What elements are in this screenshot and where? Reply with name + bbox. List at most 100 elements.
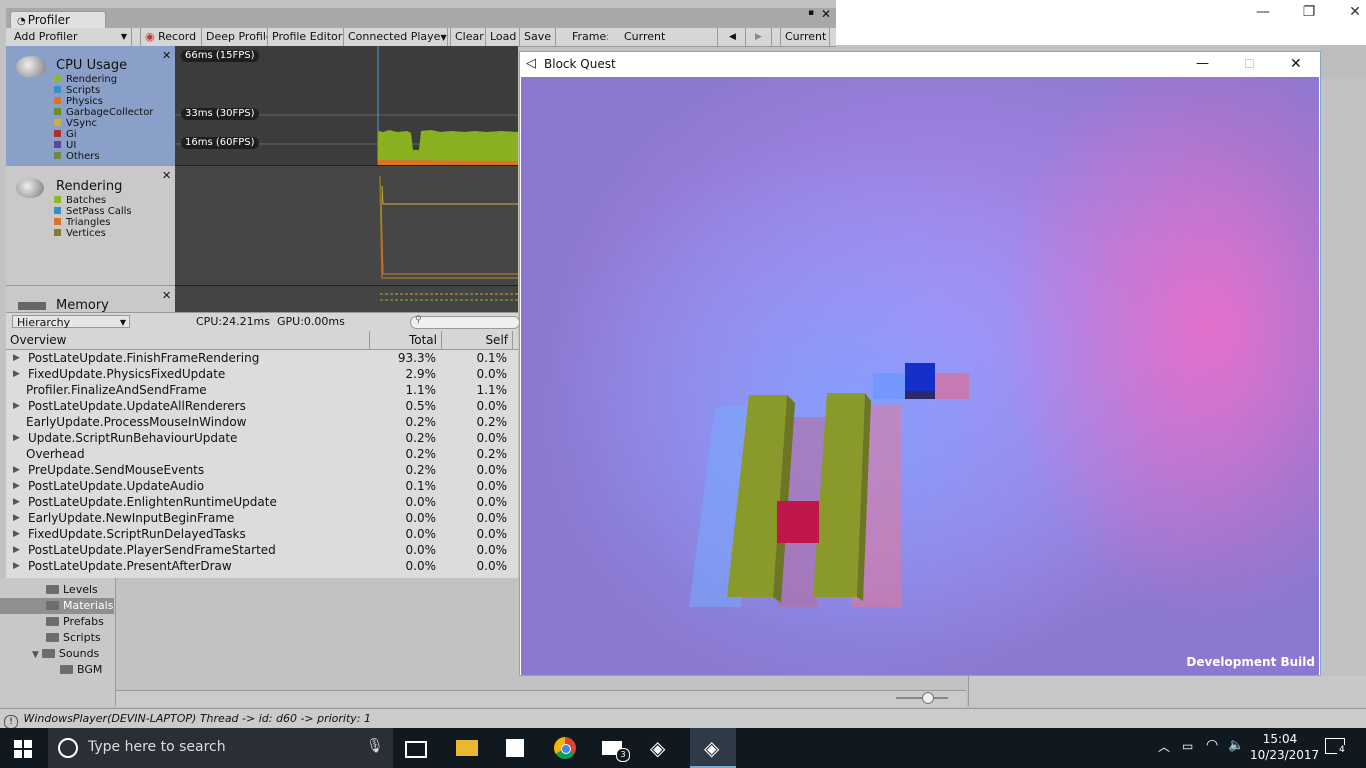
folder-prefabs[interactable]: Prefabs — [46, 614, 104, 630]
wifi-icon[interactable]: ◠ — [1206, 737, 1218, 753]
expand-arrow-icon[interactable]: ▶ — [13, 558, 20, 574]
zoom-slider-knob[interactable] — [922, 692, 934, 704]
table-row[interactable]: ▶ FixedUpdate.ScriptRunDelayedTasks 0.0% 0.… — [6, 526, 518, 542]
table-row[interactable]: ▶ EarlyUpdate.NewInputBeginFrame 0.0% 0.0% — [6, 510, 518, 526]
blue-block-shadow — [905, 391, 935, 399]
legend-item[interactable]: Gi — [54, 129, 153, 140]
memory-graph[interactable] — [175, 286, 518, 312]
expand-arrow-icon[interactable]: ▶ — [13, 494, 20, 510]
file-explorer-icon[interactable] — [454, 734, 482, 762]
close-icon[interactable]: ✕ — [821, 7, 831, 21]
windows-logo — [14, 740, 32, 758]
table-row[interactable]: ▶ PostLateUpdate.EnlightenRuntimeUpdate 0.… — [6, 494, 518, 510]
clock[interactable]: 15:04 10/23/2017 — [1250, 731, 1319, 763]
deep-profile-button[interactable]: Deep Profile — [202, 28, 268, 46]
table-row[interactable]: ▶ PreUpdate.SendMouseEvents 0.2% 0.0% — [6, 462, 518, 478]
prev-frame-icon[interactable]: ◀ — [720, 28, 746, 46]
expand-arrow-icon[interactable]: ▼ — [32, 650, 39, 660]
folder-levels[interactable]: Levels — [46, 582, 98, 598]
profiler-graphs[interactable]: 66ms (15FPS) 33ms (30FPS) 16ms (60FPS) — [175, 46, 518, 312]
table-row[interactable]: Profiler.FinalizeAndSendFrame 1.1% 1.1% — [6, 382, 518, 398]
microphone-icon[interactable]: 🎙 — [366, 738, 384, 754]
column-self[interactable]: Self — [442, 331, 513, 349]
expand-arrow-icon[interactable]: ▶ — [13, 478, 20, 494]
folder-materials[interactable]: Materials — [0, 598, 114, 614]
taskbar-search-box[interactable]: Type here to search 🎙 — [48, 728, 393, 768]
unity-editor-icon[interactable]: ◈ — [650, 734, 678, 762]
legend-item[interactable]: Vertices — [54, 228, 132, 239]
mail-icon[interactable]: 3 — [600, 734, 630, 762]
close-icon[interactable]: ✕ — [1290, 52, 1302, 76]
expand-arrow-icon[interactable]: ▶ — [13, 350, 20, 366]
profiler-tab[interactable]: ◔ Profiler — [10, 11, 106, 28]
minimize-icon[interactable]: — — [1196, 52, 1209, 76]
table-row[interactable]: ▶ FixedUpdate.PhysicsFixedUpdate 2.9% 0.0% — [6, 366, 518, 382]
store-icon[interactable] — [502, 734, 530, 762]
maximize-icon[interactable]: ▪ — [808, 8, 814, 18]
block-quest-taskbar-icon[interactable]: ◈ — [690, 728, 736, 768]
restore-icon[interactable]: ❐ — [1286, 2, 1332, 22]
battery-icon[interactable]: ▭ — [1182, 739, 1193, 753]
legend-item[interactable]: SetPass Calls — [54, 206, 132, 217]
table-row[interactable]: EarlyUpdate.ProcessMouseInWindow 0.2% 0.2% — [6, 414, 518, 430]
game-titlebar: ◁ Block Quest — ☐ ✕ — [520, 52, 1320, 76]
table-row[interactable]: ▶ Update.ScriptRunBehaviourUpdate 0.2% 0.0% — [6, 430, 518, 446]
close-module-icon[interactable]: ✕ — [162, 49, 171, 62]
expand-arrow-icon[interactable]: ▶ — [13, 430, 20, 446]
column-total[interactable]: Total — [370, 331, 442, 349]
legend-item[interactable]: UI — [54, 140, 153, 151]
maximize-icon[interactable]: ☐ — [1244, 52, 1255, 76]
table-row[interactable]: ▶ PostLateUpdate.PlayerSendFrameStarted 0.… — [6, 542, 518, 558]
legend-item[interactable]: Others — [54, 151, 153, 162]
memory-module[interactable]: Memory ✕ — [6, 286, 175, 313]
folder-scripts[interactable]: Scripts — [46, 630, 101, 646]
table-row[interactable]: Overhead 0.2% 0.2% — [6, 446, 518, 462]
clear-button[interactable]: Clear — [450, 28, 486, 46]
legend-item[interactable]: GarbageCollector — [54, 107, 153, 118]
legend-item[interactable]: Scripts — [54, 85, 153, 96]
close-icon[interactable]: ✕ — [1332, 2, 1366, 22]
gpu-time: GPU:0.00ms — [277, 315, 345, 328]
table-row[interactable]: ▶ PostLateUpdate.PresentAfterDraw 0.0% 0.0% — [6, 558, 518, 574]
expand-arrow-icon[interactable]: ▶ — [13, 366, 20, 382]
rendering-module[interactable]: Rendering ✕ Batches SetPass Calls Triang… — [6, 166, 175, 286]
close-module-icon[interactable]: ✕ — [162, 289, 171, 302]
chevron-up-icon[interactable]: ︿ — [1158, 738, 1170, 755]
expand-arrow-icon[interactable]: ▶ — [13, 542, 20, 558]
minimize-icon[interactable]: — — [1240, 2, 1286, 22]
view-mode-dropdown[interactable]: Hierarchy ▼ — [12, 315, 130, 329]
add-profiler-dropdown[interactable]: Add Profiler ▼ — [10, 28, 132, 46]
windows-start-icon[interactable] — [14, 740, 32, 758]
legend-item[interactable]: Batches — [54, 195, 132, 206]
expand-arrow-icon[interactable]: ▶ — [13, 462, 20, 478]
folder-sounds[interactable]: ▼ Sounds — [32, 646, 99, 662]
rendering-graph[interactable] — [175, 166, 518, 286]
profile-editor-button[interactable]: Profile Editor — [268, 28, 344, 46]
legend-item[interactable]: VSync — [54, 118, 153, 129]
current-frame-button[interactable]: Current — [780, 28, 830, 46]
expand-arrow-icon[interactable]: ▶ — [13, 510, 20, 526]
task-view-icon[interactable] — [403, 734, 431, 762]
chrome-icon[interactable] — [551, 734, 579, 762]
table-row[interactable]: ▶ PostLateUpdate.FinishFrameRendering 93.3… — [6, 350, 518, 366]
folder-bgm[interactable]: BGM — [60, 662, 102, 678]
legend-item[interactable]: Rendering — [54, 74, 153, 85]
expand-arrow-icon[interactable]: ▶ — [13, 398, 20, 414]
cpu-graph[interactable]: 66ms (15FPS) 33ms (30FPS) 16ms (60FPS) — [175, 46, 518, 166]
volume-icon[interactable]: 🔈 — [1228, 738, 1244, 753]
legend-item[interactable]: Physics — [54, 96, 153, 107]
next-frame-icon[interactable]: ▶ — [746, 28, 772, 46]
cpu-usage-module[interactable]: CPU Usage ✕ Rendering Scripts Physics Ga… — [6, 46, 175, 166]
column-overview[interactable]: Overview — [6, 331, 370, 349]
connected-player-dropdown[interactable]: Connected Playe▼ — [344, 28, 448, 46]
record-button[interactable]: ◉ Record — [140, 28, 202, 46]
close-module-icon[interactable]: ✕ — [162, 169, 171, 182]
game-viewport[interactable]: Development Build — [521, 77, 1319, 675]
search-input[interactable]: ⚲ — [410, 315, 520, 329]
table-row[interactable]: ▶ PostLateUpdate.UpdateAudio 0.1% 0.0% — [6, 478, 518, 494]
load-button[interactable]: Load — [486, 28, 520, 46]
save-button[interactable]: Save — [520, 28, 556, 46]
legend-item[interactable]: Triangles — [54, 217, 132, 228]
table-row[interactable]: ▶ PostLateUpdate.UpdateAllRenderers 0.5% 0.… — [6, 398, 518, 414]
expand-arrow-icon[interactable]: ▶ — [13, 526, 20, 542]
